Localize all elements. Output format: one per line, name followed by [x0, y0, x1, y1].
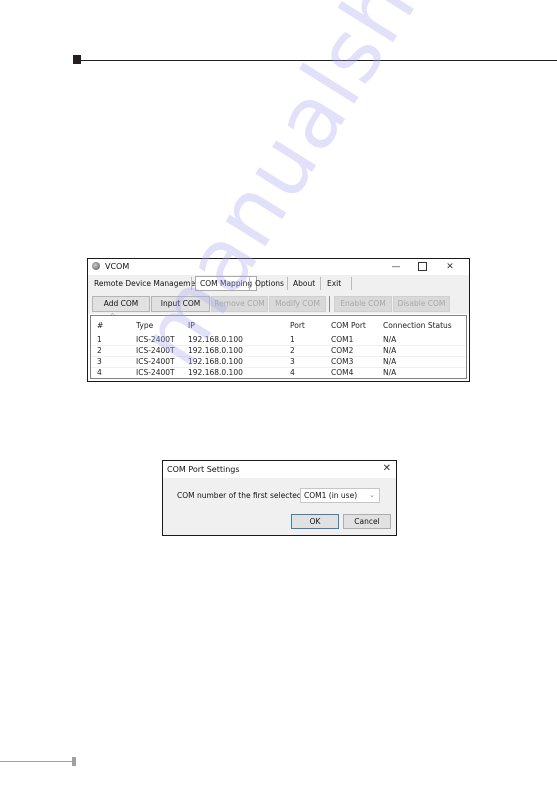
minimize-button[interactable]: —	[383, 260, 409, 274]
header-rule	[81, 60, 557, 61]
cancel-button[interactable]: Cancel	[343, 514, 391, 529]
app-globe-icon	[92, 262, 100, 270]
cell-type: ICS-2400T	[136, 335, 175, 344]
remove-com-button[interactable]: Remove COM	[211, 296, 268, 312]
tab-remote-device-management[interactable]: Remote Device Management	[90, 277, 207, 290]
column-header-connection-status[interactable]: Connection Status	[383, 321, 452, 330]
input-com-button[interactable]: Input COM	[151, 296, 210, 312]
table-row[interactable]: 4 ICS-2400T 192.168.0.100 4 COM4 N/A	[91, 367, 466, 378]
com-port-settings-dialog: COM Port Settings ✕ COM number of the fi…	[162, 460, 397, 536]
cell-ip: 192.168.0.100	[188, 335, 243, 344]
tab-options[interactable]: Options	[251, 277, 288, 290]
close-button[interactable]: ✕	[437, 260, 463, 274]
tab-separator	[351, 277, 352, 290]
cell-com-port: COM4	[331, 368, 354, 377]
tab-separator	[249, 277, 250, 290]
title-bar: VCOM — ✕	[88, 259, 469, 275]
tab-separator	[191, 277, 192, 290]
cell-type: ICS-2400T	[136, 357, 175, 366]
cell-number: 4	[97, 368, 102, 377]
toolbar: Add COM Input COM Remove COM Modify COM …	[88, 292, 469, 314]
cell-com-port: COM2	[331, 346, 354, 355]
disable-com-button[interactable]: Disable COM	[393, 296, 450, 312]
cell-number: 1	[97, 335, 102, 344]
dialog-title: COM Port Settings	[167, 465, 240, 474]
sort-ascending-icon: ^	[110, 313, 116, 320]
column-header-type[interactable]: Type	[136, 321, 153, 330]
cell-connection-status: N/A	[383, 357, 397, 366]
cell-type: ICS-2400T	[136, 346, 175, 355]
cell-connection-status: N/A	[383, 335, 397, 344]
cell-connection-status: N/A	[383, 368, 397, 377]
maximize-icon	[417, 262, 427, 271]
add-com-button[interactable]: Add COM	[92, 296, 150, 312]
cell-number: 3	[97, 357, 102, 366]
column-header-number[interactable]: #	[97, 321, 103, 330]
first-port-label: COM number of the first selected port	[177, 491, 320, 500]
tab-bar: Remote Device Management COM Mapping Opt…	[88, 275, 469, 292]
toolbar-separator	[329, 296, 330, 312]
vcom-window: VCOM — ✕ Remote Device Management COM Ma…	[87, 258, 470, 382]
cell-ip: 192.168.0.100	[188, 357, 243, 366]
modify-com-button[interactable]: Modify COM	[269, 296, 326, 312]
cell-port: 1	[290, 335, 295, 344]
tab-separator	[320, 277, 321, 290]
cell-connection-status: N/A	[383, 346, 397, 355]
cell-port: 2	[290, 346, 295, 355]
cell-com-port: COM1	[331, 335, 354, 344]
cell-type: ICS-2400T	[136, 368, 175, 377]
header-marker	[73, 55, 81, 64]
com-number-select[interactable]: COM1 (in use) ⌄	[300, 488, 380, 503]
cell-ip: 192.168.0.100	[188, 368, 243, 377]
close-icon[interactable]: ✕	[383, 463, 391, 474]
enable-com-button[interactable]: Enable COM	[334, 296, 392, 312]
column-header-com-port[interactable]: COM Port	[331, 321, 366, 330]
cell-ip: 192.168.0.100	[188, 346, 243, 355]
tab-exit[interactable]: Exit	[323, 277, 345, 290]
ok-button[interactable]: OK	[291, 514, 339, 529]
column-header-port[interactable]: Port	[290, 321, 305, 330]
column-header-ip[interactable]: IP	[188, 321, 195, 330]
footer-marker	[72, 757, 76, 766]
cell-port: 4	[290, 368, 295, 377]
chevron-down-icon: ⌄	[369, 491, 375, 499]
tab-com-mapping[interactable]: COM Mapping	[195, 276, 258, 291]
cell-number: 2	[97, 346, 102, 355]
tab-about[interactable]: About	[289, 277, 319, 290]
cell-com-port: COM3	[331, 357, 354, 366]
cell-port: 3	[290, 357, 295, 366]
tab-separator	[287, 277, 288, 290]
com-mapping-table: ^ # Type IP Port COM Port Connection Sta…	[90, 313, 467, 379]
maximize-button[interactable]	[409, 260, 435, 274]
window-title: VCOM	[105, 262, 130, 271]
com-number-value: COM1 (in use)	[304, 491, 358, 500]
footer-rule	[0, 761, 73, 762]
dialog-title-bar: COM Port Settings ✕	[163, 461, 396, 478]
